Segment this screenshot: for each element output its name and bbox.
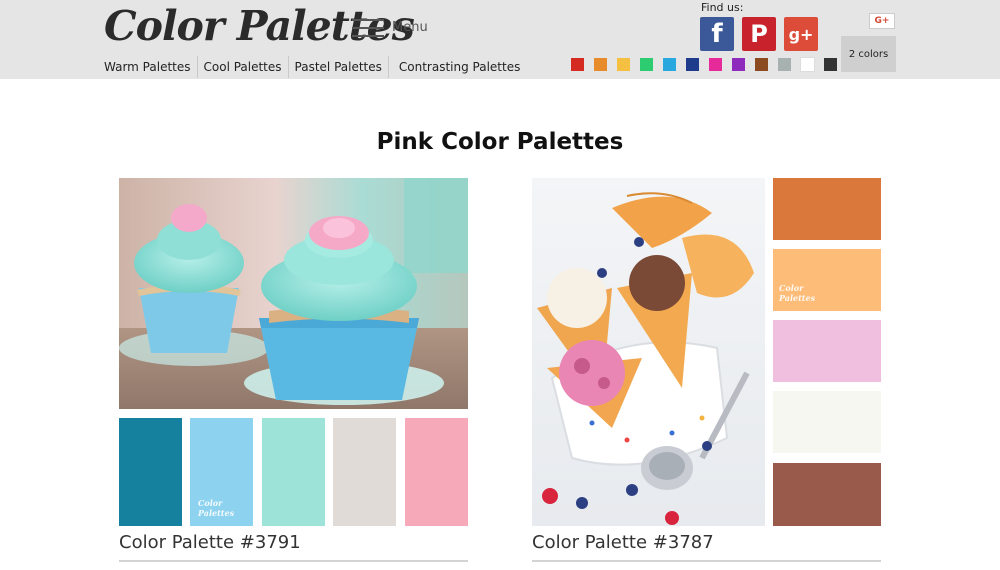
find-us-label: Find us:	[701, 1, 744, 14]
cupcakes-image	[119, 178, 468, 409]
page-title: Pink Color Palettes	[376, 129, 624, 155]
color-swatch-brown[interactable]	[755, 58, 768, 71]
googleplus-icon[interactable]: g+	[784, 17, 818, 51]
color-swatch-dark-blue[interactable]	[686, 58, 699, 71]
color-swatch-red[interactable]	[571, 58, 584, 71]
menu-button[interactable]: Menu	[352, 16, 432, 42]
color-swatch-gray[interactable]	[778, 58, 791, 71]
palette-3791-color-2[interactable]: Color Palettes	[190, 418, 253, 526]
pinterest-icon[interactable]: P	[742, 17, 776, 51]
two-colors-filter-button[interactable]: 2 colors	[841, 36, 896, 72]
palette-3791-color-4[interactable]	[333, 418, 396, 526]
palette-3787-color-1[interactable]	[773, 178, 881, 240]
palette-3787-divider	[532, 560, 881, 562]
category-nav: Warm Palettes Cool Palettes Pastel Palet…	[98, 56, 526, 78]
color-swatch-orange[interactable]	[594, 58, 607, 71]
palette-3791-color-1[interactable]	[119, 418, 182, 526]
palette-3791-divider	[119, 560, 468, 562]
palette-3787-color-4[interactable]	[773, 391, 881, 453]
color-swatch-light-blue[interactable]	[663, 58, 676, 71]
palette-3787-photo[interactable]	[532, 178, 765, 526]
nav-cool-palettes[interactable]: Cool Palettes	[198, 56, 289, 78]
watermark-logo: Color Palettes	[198, 498, 235, 518]
color-swatch-black[interactable]	[824, 58, 837, 71]
site-header: Color Palettes Menu Warm Palettes Cool P…	[0, 0, 1000, 79]
watermark-logo: Color Palettes	[779, 283, 816, 303]
palette-3787-color-5[interactable]	[773, 463, 881, 526]
ice-cream-image	[532, 178, 765, 526]
palette-3787-caption[interactable]: Color Palette #3787	[532, 532, 714, 553]
palette-3791-caption[interactable]: Color Palette #3791	[119, 532, 301, 553]
color-swatch-white[interactable]	[800, 57, 815, 72]
color-swatch-yellow[interactable]	[617, 58, 630, 71]
googleplus-share-button[interactable]: G+	[869, 13, 895, 29]
nav-pastel-palettes[interactable]: Pastel Palettes	[289, 56, 389, 78]
color-swatch-purple[interactable]	[732, 58, 745, 71]
facebook-icon[interactable]: f	[700, 17, 734, 51]
nav-contrasting-palettes[interactable]: Contrasting Palettes	[389, 56, 526, 78]
palette-3791-color-3[interactable]	[262, 418, 325, 526]
palette-3791-photo[interactable]	[119, 178, 468, 409]
palette-3787-color-2[interactable]: Color Palettes	[773, 249, 881, 311]
nav-warm-palettes[interactable]: Warm Palettes	[98, 56, 198, 78]
palette-3791-color-5[interactable]	[405, 418, 468, 526]
menu-label: Menu	[392, 20, 428, 35]
color-swatch-pink[interactable]	[709, 58, 722, 71]
palette-3787-color-3[interactable]	[773, 320, 881, 382]
color-swatch-green[interactable]	[640, 58, 653, 71]
hamburger-icon	[352, 16, 384, 40]
